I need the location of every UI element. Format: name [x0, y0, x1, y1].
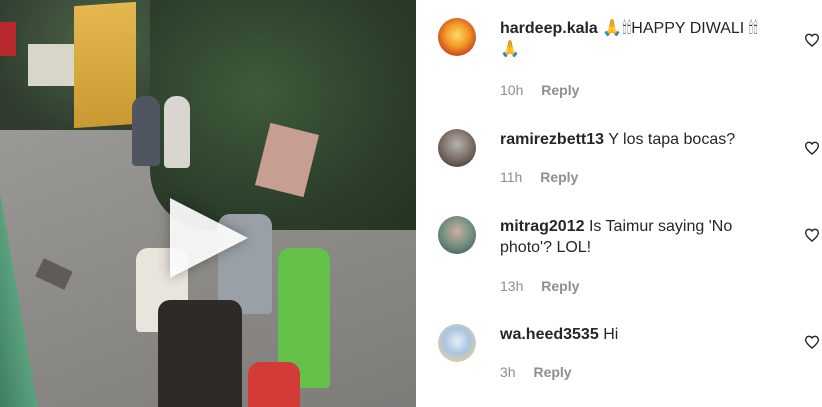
comment-username[interactable]: hardeep.kala: [500, 20, 598, 37]
comment-username[interactable]: ramirezbett13: [500, 131, 604, 148]
video-frame-red-sign: [0, 22, 16, 56]
video-player[interactable]: [0, 0, 416, 407]
avatar[interactable]: [438, 216, 476, 254]
reply-button[interactable]: Reply: [541, 278, 579, 294]
comment-time[interactable]: 10h: [500, 82, 523, 98]
video-frame-person: [248, 362, 300, 407]
heart-icon[interactable]: [804, 33, 820, 47]
reply-button[interactable]: Reply: [541, 82, 579, 98]
avatar[interactable]: [438, 18, 476, 56]
reply-button[interactable]: Reply: [533, 364, 571, 380]
heart-icon[interactable]: [804, 141, 820, 155]
comment-time[interactable]: 3h: [500, 364, 516, 380]
comment-text: Hi: [603, 326, 619, 343]
comment-username[interactable]: mitrag2012: [500, 218, 585, 235]
comments-panel: hardeep.kala 🙏🕯🕯HAPPY DIWALI 🕯🕯 🙏 10h Re…: [416, 0, 822, 407]
comment-meta: 10h Reply: [500, 82, 579, 98]
comment-time[interactable]: 11h: [500, 169, 522, 185]
video-frame-signboard: [28, 44, 78, 86]
comment-time[interactable]: 13h: [500, 278, 523, 294]
comment-text: Y los tapa bocas?: [608, 131, 736, 148]
heart-icon[interactable]: [804, 335, 820, 349]
video-frame-person: [164, 96, 190, 168]
video-frame-banner: [74, 1, 136, 129]
video-frame-person: [132, 96, 160, 166]
comment-meta: 3h Reply: [500, 364, 572, 380]
comment-username[interactable]: wa.heed3535: [500, 326, 599, 343]
play-icon[interactable]: [170, 198, 248, 278]
comment-body: wa.heed3535 Hi: [500, 324, 770, 345]
video-frame-person: [158, 300, 242, 407]
comment-body: hardeep.kala 🙏🕯🕯HAPPY DIWALI 🕯🕯 🙏: [500, 18, 770, 60]
comment-body: ramirezbett13 Y los tapa bocas?: [500, 129, 770, 150]
comment-body: mitrag2012 Is Taimur saying 'No photo'? …: [500, 216, 770, 258]
heart-icon[interactable]: [804, 228, 820, 242]
comment-meta: 13h Reply: [500, 278, 579, 294]
avatar[interactable]: [438, 324, 476, 362]
comment-meta: 11h Reply: [500, 169, 578, 185]
avatar[interactable]: [438, 129, 476, 167]
reply-button[interactable]: Reply: [540, 169, 578, 185]
